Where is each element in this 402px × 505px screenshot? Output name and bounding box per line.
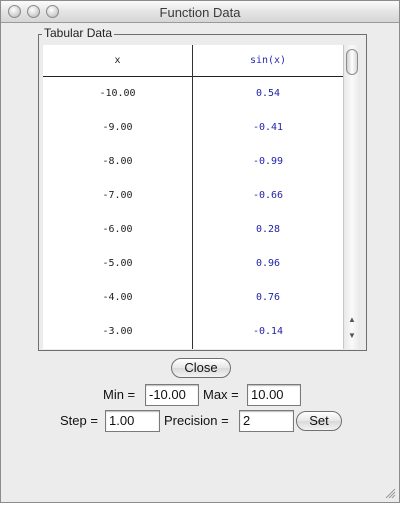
cell-x: -10.00 [99,88,136,99]
resize-grip-icon[interactable] [385,488,396,499]
data-table: x sin(x) -10.00 0.54 -9.00 -0.41 -8.00 -0.99-… [43,45,343,349]
table-row[interactable]: -7.00 -0.66 [43,179,343,213]
max-label: Max = [203,387,239,402]
column-header-x[interactable]: x [43,45,192,76]
cell-x: -6.00 [102,224,133,235]
cell-x: -5.00 [102,258,133,269]
precision-field[interactable]: 2 [239,410,294,432]
precision-label: Precision = [164,413,229,428]
cell-sin: 0.28 [255,224,281,235]
min-label: Min = [103,387,136,402]
scrollbar-thumb[interactable] [346,49,358,75]
cell-sin: -0.41 [252,122,284,133]
table-row[interactable]: -6.00 0.28 [43,213,343,247]
cell-sin: -0.14 [252,326,284,337]
cell-sin: 0.76 [255,292,281,303]
title-bar[interactable]: Function Data [1,1,399,23]
scroll-down-arrow-icon[interactable]: ▼ [344,329,360,343]
set-button[interactable]: Set [296,411,342,431]
function-data-window: Function Data Tabular Data x sin(x) -10.… [0,0,400,503]
cell-x: -9.00 [102,122,133,133]
cell-x: -7.00 [102,190,133,201]
scroll-up-arrow-icon[interactable]: ▲ [344,313,360,327]
cell-sin: -0.66 [252,190,284,201]
cell-x: -8.00 [102,156,133,167]
column-header-sin[interactable]: sin(x) [193,45,343,76]
cell-sin: 0.96 [255,258,281,269]
cell-x: -3.00 [102,326,133,337]
window-title: Function Data [159,5,241,20]
close-button[interactable]: Close [171,358,231,378]
table-row[interactable]: -9.00 -0.41 [43,111,343,145]
cell-sin: -0.99 [252,156,284,167]
cell-sin: 0.54 [255,88,281,99]
table-scrollbar[interactable]: ▲ ▼ [343,45,360,349]
table-row[interactable]: -10.00 0.54 [43,77,343,111]
cell-x: -4.00 [102,292,133,303]
step-field[interactable]: 1.00 [105,410,160,432]
table-row[interactable]: -8.00 -0.99 [43,145,343,179]
table-row[interactable]: -3.00 -0.14 [43,315,343,349]
group-label: Tabular Data [42,26,115,40]
step-label: Step = [60,413,98,428]
table-row[interactable]: -5.00 0.96 [43,247,343,281]
min-field[interactable]: -10.00 [145,384,199,406]
table-row[interactable]: -4.00 0.76 [43,281,343,315]
max-field[interactable]: 10.00 [247,384,301,406]
